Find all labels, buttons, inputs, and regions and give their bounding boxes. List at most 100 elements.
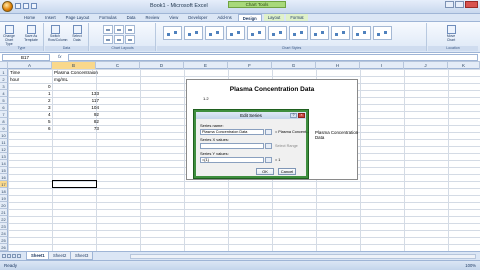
prev-sheet-icon[interactable] [7, 254, 11, 258]
row-header[interactable]: 14 [0, 160, 8, 167]
cell-b2[interactable]: mg/mL [54, 76, 68, 83]
cell-c4[interactable]: 133 [60, 90, 99, 97]
row-header[interactable]: 9 [0, 125, 8, 132]
tab-insert[interactable]: Insert [41, 14, 59, 21]
tab-add-ins[interactable]: Add-Ins [213, 14, 235, 21]
ok-button[interactable]: OK [256, 168, 274, 175]
row-header[interactable]: 1 [0, 69, 8, 76]
minimize-button[interactable] [445, 1, 454, 8]
style-option[interactable] [373, 26, 392, 40]
cell-c8[interactable]: 82 [60, 118, 99, 125]
dialog-close-button[interactable]: × [298, 113, 305, 118]
row-header[interactable]: 8 [0, 118, 8, 125]
row-header[interactable]: 6 [0, 104, 8, 111]
style-option[interactable] [331, 26, 350, 40]
cell-c5[interactable]: 117 [60, 97, 99, 104]
move-chart-button[interactable]: Move Chart [444, 25, 458, 43]
cell-b9[interactable]: 6 [48, 125, 51, 132]
layout-option[interactable] [103, 25, 113, 34]
maximize-button[interactable] [455, 1, 464, 8]
style-option[interactable] [352, 26, 371, 40]
active-cell-selection[interactable] [52, 180, 97, 188]
column-header[interactable]: I [360, 62, 404, 69]
save-as-template-button[interactable]: Save As Template [24, 25, 38, 43]
select-all-corner[interactable] [0, 62, 8, 69]
row-header[interactable]: 24 [0, 230, 8, 237]
cell-b7[interactable]: 4 [48, 111, 51, 118]
tab-view[interactable]: View [165, 14, 182, 21]
row-header[interactable]: 12 [0, 146, 8, 153]
cancel-button[interactable]: Cancel [278, 168, 296, 175]
layout-option[interactable] [125, 25, 135, 34]
layout-option[interactable] [125, 35, 135, 44]
row-header[interactable]: 16 [0, 174, 8, 181]
cell-a1[interactable]: Time [10, 69, 20, 76]
tab-layout[interactable]: Layout [263, 14, 285, 21]
cell-c6[interactable]: 104 [60, 104, 99, 111]
tab-data[interactable]: Data [123, 14, 140, 21]
layout-option[interactable] [103, 35, 113, 44]
range-picker-icon[interactable] [265, 129, 272, 135]
chart-title[interactable]: Plasma Concentration Data [187, 86, 357, 93]
undo-icon[interactable] [23, 3, 29, 9]
row-header[interactable]: 20 [0, 202, 8, 209]
column-header[interactable]: A [8, 62, 52, 69]
chart-layouts-gallery[interactable] [103, 25, 135, 44]
tab-format[interactable]: Format [286, 14, 308, 21]
row-header[interactable]: 23 [0, 223, 8, 230]
cell-a2[interactable]: hour [10, 76, 19, 83]
tab-developer[interactable]: Developer [184, 14, 211, 21]
style-option[interactable] [163, 26, 182, 40]
row-header[interactable]: 18 [0, 188, 8, 195]
row-header[interactable]: 7 [0, 111, 8, 118]
column-header[interactable]: C [96, 62, 140, 69]
select-data-button[interactable]: Select Data [70, 25, 84, 43]
series-x-input[interactable] [200, 143, 264, 149]
row-header[interactable]: 22 [0, 216, 8, 223]
series-name-input[interactable]: Plasma Concentraion Data [200, 129, 264, 135]
sheet-tab-sheet1[interactable]: Sheet1 [26, 252, 50, 260]
cell-c7[interactable]: 92 [60, 111, 99, 118]
next-sheet-icon[interactable] [12, 254, 16, 258]
row-header[interactable]: 21 [0, 209, 8, 216]
zoom-level[interactable]: 100% [465, 263, 476, 268]
switch-row-column-button[interactable]: Switch Row/Column [48, 25, 67, 43]
style-option[interactable] [268, 26, 287, 40]
sheet-tab-sheet3[interactable]: Sheet3 [70, 252, 94, 260]
name-box[interactable]: B17 [2, 54, 50, 61]
tab-review[interactable]: Review [142, 14, 164, 21]
series-y-input[interactable]: ={1} [200, 157, 264, 163]
dialog-title-bar[interactable]: Edit Series ? × [196, 112, 306, 119]
layout-option[interactable] [114, 25, 124, 34]
save-icon[interactable] [15, 3, 21, 9]
chart-styles-gallery[interactable] [163, 26, 392, 40]
row-header[interactable]: 17 [0, 181, 8, 188]
row-header[interactable]: 19 [0, 195, 8, 202]
cell-c9[interactable]: 73 [60, 125, 99, 132]
column-header[interactable]: D [140, 62, 184, 69]
style-option[interactable] [205, 26, 224, 40]
row-header[interactable]: 2 [0, 76, 8, 83]
row-header[interactable]: 25 [0, 237, 8, 244]
chart-legend[interactable]: Plasma Concentration Data [315, 130, 359, 140]
style-option[interactable] [184, 26, 203, 40]
row-header[interactable]: 5 [0, 97, 8, 104]
column-header[interactable]: E [184, 62, 228, 69]
style-option[interactable] [247, 26, 266, 40]
row-header[interactable]: 11 [0, 139, 8, 146]
redo-icon[interactable] [31, 3, 37, 9]
cell-b6[interactable]: 3 [48, 104, 51, 111]
tab-home[interactable]: Home [20, 14, 39, 21]
row-header[interactable]: 3 [0, 83, 8, 90]
office-button[interactable] [2, 1, 13, 12]
change-chart-type-button[interactable]: Change Chart Type [2, 25, 16, 46]
range-picker-icon[interactable] [265, 157, 272, 163]
tab-design[interactable]: Design [237, 14, 262, 21]
cell-b8[interactable]: 5 [48, 118, 51, 125]
fx-icon[interactable]: fx [58, 54, 62, 59]
close-button[interactable] [465, 1, 478, 8]
help-button[interactable]: ? [290, 113, 297, 118]
column-header[interactable]: G [272, 62, 316, 69]
first-sheet-icon[interactable] [2, 254, 6, 258]
row-header[interactable]: 26 [0, 244, 8, 251]
